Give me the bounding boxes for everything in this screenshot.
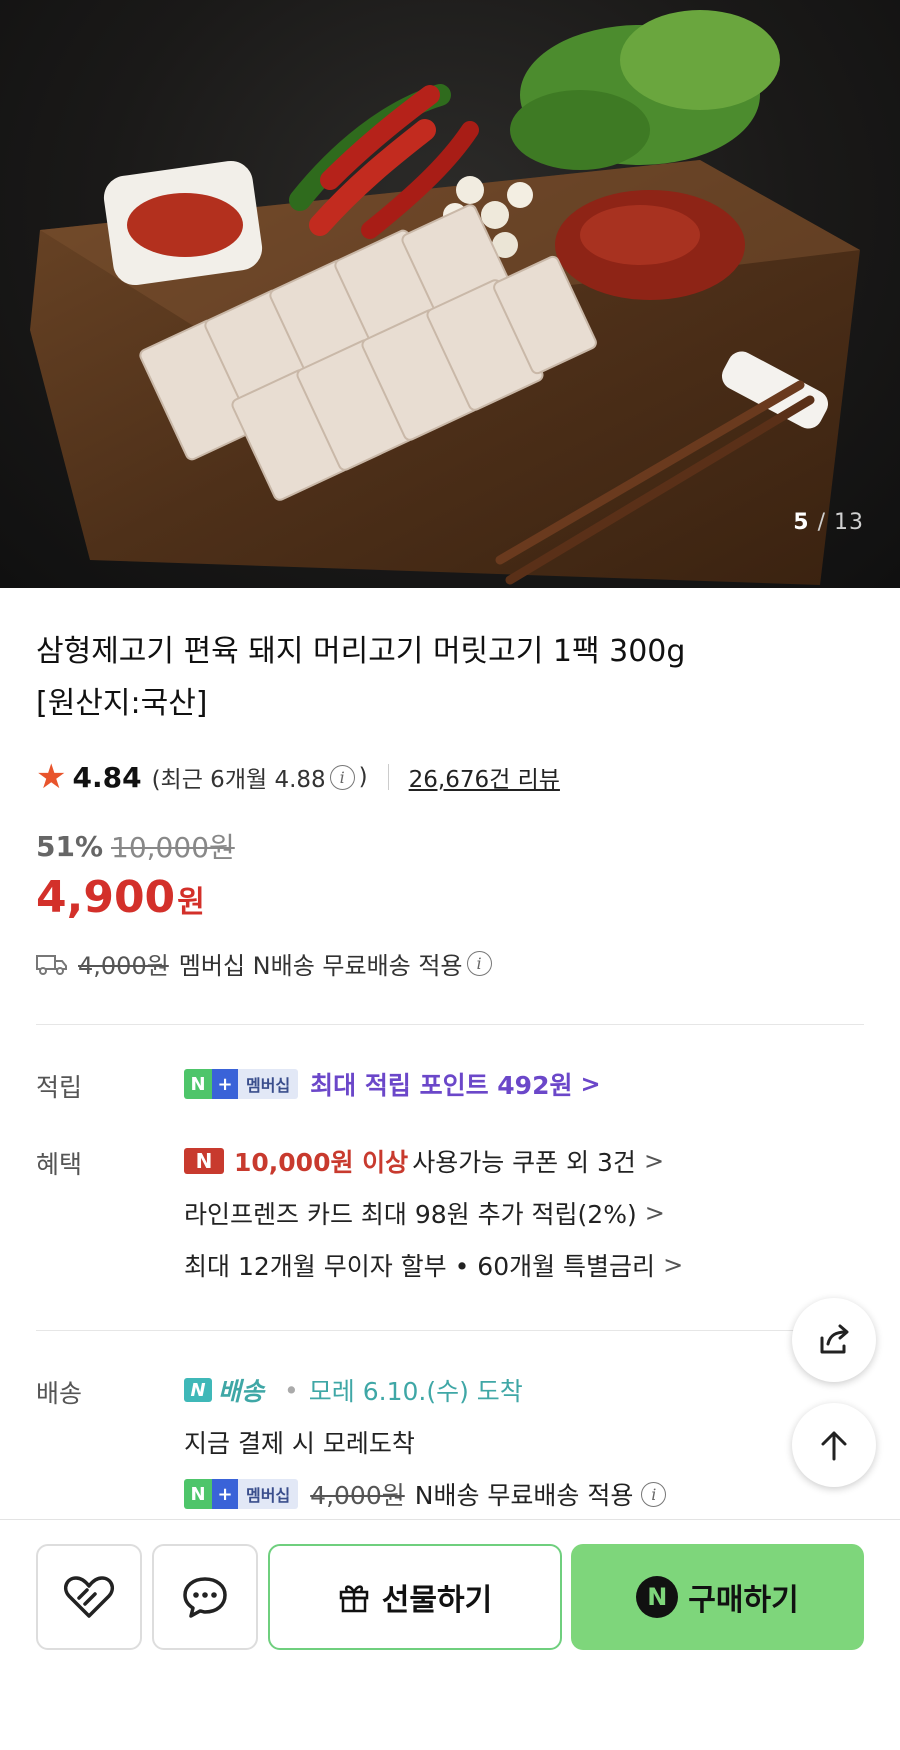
delivery-note: 지금 결제 시 모레도착 [184,1429,415,1458]
shipping-summary-text: 멤버십 N배송 무료배송 적용 [178,952,463,980]
product-title-line1: 삼형제고기 편육 돼지 머리고기 머릿고기 1팩 300g [36,634,686,669]
discount-percent: 51% [36,829,104,863]
info-icon[interactable]: i [329,764,355,790]
image-counter-current: 5 [793,510,810,535]
max-points-text: 최대 적립 포인트 492원 [310,1071,573,1100]
n-delivery-badge: N 배송 [184,1372,264,1408]
chevron-right-icon: > [643,1147,665,1175]
chevron-right-icon: > [644,1199,665,1227]
delivery-free-text: N배송 무료배송 적용 [414,1481,634,1510]
n-delivery-icon: N [184,1378,212,1402]
benefits-label: 혜택 [36,1150,83,1179]
naver-pay-icon: N [636,1576,679,1618]
gift-icon [339,1585,369,1613]
recent-rating: (최근 6개월 4.88 [151,767,326,793]
image-counter-separator: / [817,510,826,535]
original-price: 10,000원 [111,831,235,864]
membership-badge-n: N [184,1479,212,1509]
delivery-label: 배송 [36,1379,83,1408]
n-delivery-word: 배송 [218,1377,265,1406]
dot-separator: • [284,1375,299,1405]
membership-badge: N + 멤버십 [184,1479,299,1509]
star-icon: ★ [36,757,67,797]
membership-badge-n: N [184,1069,212,1099]
installment-row[interactable]: 최대 12개월 무이자 할부 • 60개월 특별금리 > [184,1247,683,1283]
membership-badge: N + 멤버십 [184,1069,299,1099]
sale-price-number: 4,900 [36,872,176,923]
coupon-row[interactable]: N 10,000원 이상 사용가능 쿠폰 외 3건 > [184,1143,664,1179]
divider [387,764,389,790]
sale-price: 4,900 원 [36,872,205,923]
review-count-link[interactable]: 26,676건 리뷰 [409,760,560,794]
delivery-fee-row: N + 멤버십 4,000원 N배송 무료배송 적용 i [184,1476,670,1512]
heart-icon [64,1576,114,1618]
buy-label: 구매하기 [688,1583,799,1618]
delivery-original-fee: 4,000원 [310,1481,405,1510]
sale-price-unit: 원 [177,885,205,920]
installment-text: 최대 12개월 무이자 할부 • 60개월 특별금리 [184,1252,656,1281]
naver-n-badge: N [184,1148,224,1174]
image-counter: 5 / 13 [793,510,864,535]
discount-row: 51% 10,000원 [36,826,235,866]
coupon-text: 사용가능 쿠폰 외 3건 [412,1148,636,1177]
recent-rating-close: ) [358,764,368,790]
section-divider [36,1330,864,1331]
points-row[interactable]: N + 멤버십 최대 적립 포인트 492원 > [184,1066,601,1102]
share-button[interactable] [792,1298,876,1382]
product-image[interactable]: 5 / 13 [0,0,900,588]
coupon-highlight: 10,000원 이상 [234,1148,409,1177]
section-divider [36,1024,864,1025]
gift-label: 선물하기 [381,1583,493,1618]
shipping-summary: 4,000원 멤버십 N배송 무료배송 적용 i [36,946,496,981]
info-icon[interactable]: i [641,1481,667,1507]
gift-button[interactable]: 선물하기 [268,1544,562,1650]
card-benefit-text: 라인프렌즈 카드 최대 98원 추가 적립(2%) [184,1200,637,1229]
info-icon[interactable]: i [466,951,492,976]
image-counter-total: 13 [834,510,864,535]
product-title-line2: [원산지:국산] [36,686,208,721]
membership-badge-plus: + [212,1479,238,1509]
buy-button[interactable]: N 구매하기 [571,1544,864,1650]
share-icon [820,1324,849,1354]
chat-bubble-icon [183,1577,227,1618]
original-shipping-fee: 4,000원 [78,952,169,980]
card-benefit-row[interactable]: 라인프렌즈 카드 최대 98원 추가 적립(2%) > [184,1195,665,1231]
product-photo [30,10,860,585]
wishlist-button[interactable] [36,1544,142,1650]
membership-badge-label: 멤버십 [238,1479,299,1509]
bottom-action-bar: 선물하기 N 구매하기 [0,1519,900,1750]
delivery-eta: 모레 6.10.(수) 도착 [308,1377,523,1406]
chevron-right-icon: > [580,1070,601,1098]
arrow-up-icon [821,1431,847,1461]
truck-icon [36,954,67,975]
membership-badge-plus: + [212,1069,238,1099]
delivery-eta-row: N 배송 • 모레 6.10.(수) 도착 [184,1372,523,1408]
chevron-right-icon: > [663,1251,684,1279]
product-title: 삼형제고기 편육 돼지 머리고기 머릿고기 1팩 300g [원산지:국산] [36,626,856,730]
scroll-top-button[interactable] [792,1403,876,1487]
rating-row: ★ 4.84 (최근 6개월 4.88 i ) 26,676건 리뷰 [36,757,560,797]
membership-badge-label: 멤버십 [238,1069,299,1099]
talk-talk-button[interactable] [152,1544,258,1650]
rating-score: 4.84 [72,760,142,794]
points-label: 적립 [36,1073,83,1102]
